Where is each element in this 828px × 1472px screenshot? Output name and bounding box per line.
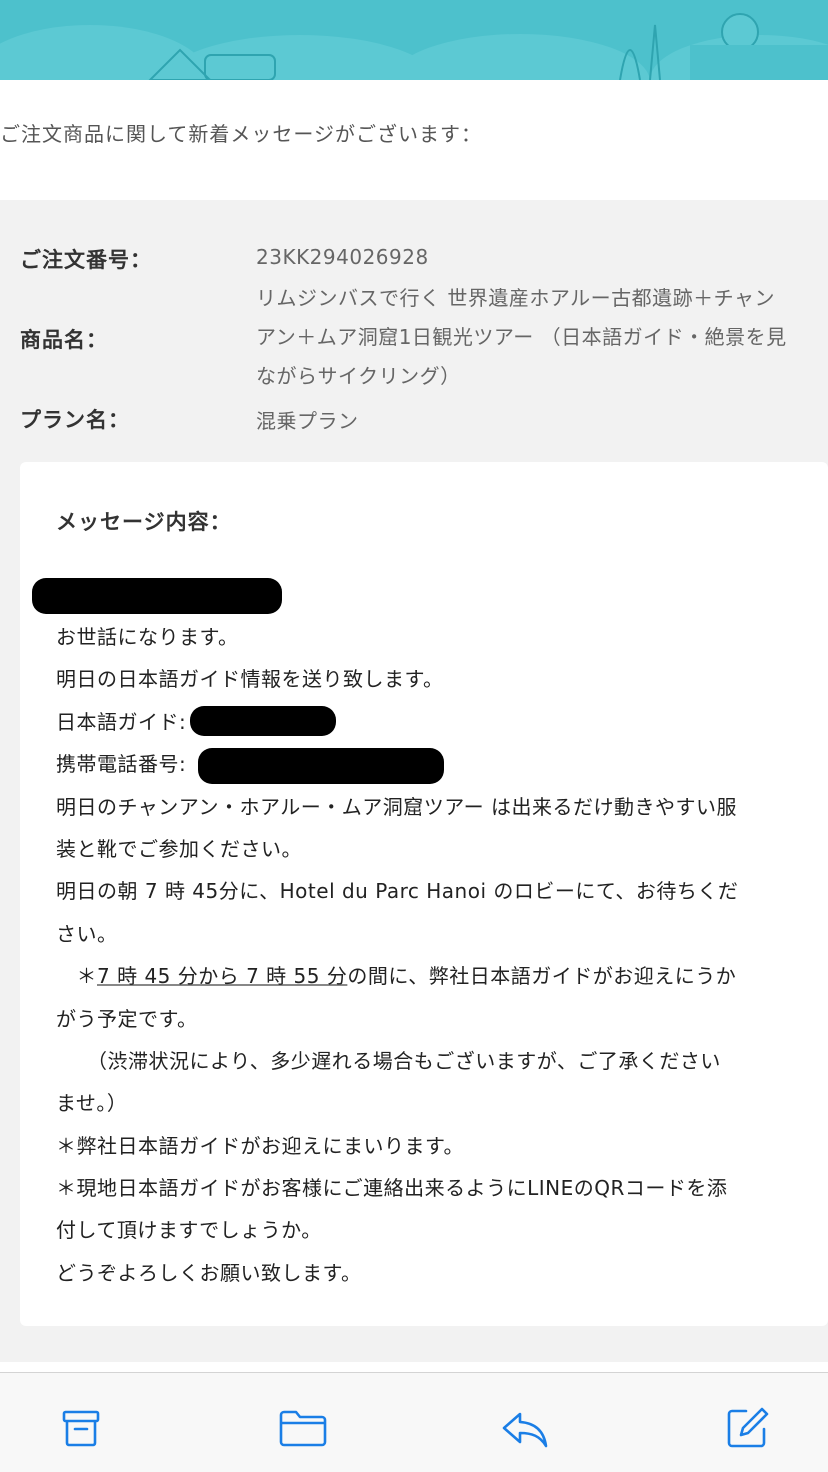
product-name-line: リムジンバスで行く 世界遺産ホアルー古都遺跡＋チャン: [256, 286, 775, 310]
header-banner: [0, 0, 828, 80]
message-line: （渋滞状況により、多少遅れる場合もございますが、ご了承ください: [56, 1048, 721, 1073]
redacted-greeting: [32, 578, 282, 614]
message-card: メッセージ内容： お世話になります。 明日の日本語ガイド情報を送り致します。 日…: [20, 462, 828, 1326]
pickup-prefix: ＊: [56, 964, 97, 989]
reply-button[interactable]: [500, 1403, 550, 1453]
message-heading: メッセージ内容：: [56, 510, 232, 534]
message-line: ＊弊社日本語ガイドがお迎えにまいります。: [56, 1133, 464, 1158]
message-line: 携帯電話番号:: [56, 752, 187, 777]
message-line: 装と靴でご参加ください。: [56, 836, 302, 861]
product-name-line: アン＋ムア洞窟1日観光ツアー （日本語ガイド・絶景を見: [256, 325, 787, 349]
message-line-pickup: ＊7 時 45 分から 7 時 55 分の間に、弊社日本語ガイドがお迎えにうか: [56, 955, 816, 997]
plan-name-label: プラン名：: [20, 408, 130, 432]
message-line: 日本語ガイド:: [56, 709, 187, 734]
order-number-label: ご注文番号：: [20, 248, 152, 272]
product-name-value: リムジンバスで行く 世界遺産ホアルー古都遺跡＋チャン アン＋ムア洞窟1日観光ツア…: [256, 279, 787, 396]
mail-toolbar: [0, 1373, 828, 1472]
message-line: ませ。）: [56, 1091, 128, 1116]
folder-icon: [279, 1410, 327, 1447]
message-line: さい。: [56, 921, 118, 946]
reply-icon: [502, 1412, 548, 1448]
message-line: 明日の朝 7 時 45分に、Hotel du Parc Hanoi のロビーにて…: [56, 879, 739, 904]
message-line: がう予定です。: [56, 1006, 198, 1031]
plan-name-value: 混乗プラン: [256, 409, 359, 433]
message-line: 付して頂けますでしょうか。: [56, 1218, 322, 1243]
message-line: 明日の日本語ガイド情報を送り致します。: [56, 667, 444, 692]
message-line: どうぞよろしくお願い致します。: [56, 1260, 362, 1285]
banner-illustration: [0, 0, 828, 80]
move-to-folder-button[interactable]: [278, 1403, 328, 1453]
compose-button[interactable]: [722, 1403, 772, 1453]
archive-icon: [62, 1410, 100, 1447]
message-line: ＊現地日本語ガイドがお客様にご連絡出来るようにLINEのQRコードを添: [56, 1176, 728, 1201]
message-line: 明日のチャンアン・ホアルー・ムア洞窟ツアー は出来るだけ動きやすい服: [56, 794, 737, 819]
pickup-time: 7 時 45 分から 7 時 55 分: [97, 964, 348, 989]
product-name-label: 商品名：: [20, 328, 108, 352]
message-body: お世話になります。 明日の日本語ガイド情報を送り致します。 日本語ガイド: 携帯…: [56, 616, 816, 1294]
compose-icon: [727, 1407, 769, 1448]
order-number-value: 23KK294026928: [256, 245, 429, 269]
intro-text: ご注文商品に関して新着メッセージがございます：: [0, 122, 482, 146]
archive-button[interactable]: [56, 1403, 106, 1453]
message-line: お世話になります。: [56, 625, 239, 649]
pickup-rest: の間に、弊社日本語ガイドがお迎えにうか: [347, 964, 737, 989]
product-name-line: ながらサイクリング）: [256, 364, 461, 388]
